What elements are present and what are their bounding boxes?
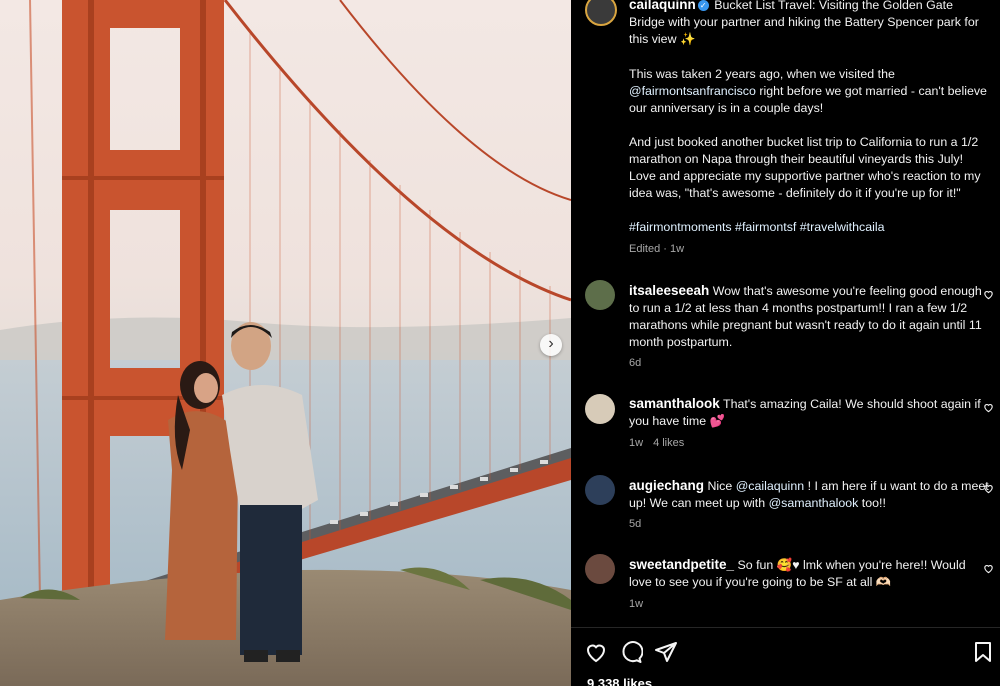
commenter-avatar[interactable] <box>585 280 615 310</box>
action-bar <box>571 636 1000 670</box>
likes-count[interactable]: 9,338 likes <box>587 676 652 686</box>
comment-text: Nice <box>707 479 733 493</box>
comment-time: 1w <box>629 437 644 449</box>
comment-time: 1w <box>629 598 644 610</box>
post-photo: › <box>0 0 571 686</box>
comment-2: samanthalook That's amazing Caila! We sh… <box>629 395 991 430</box>
comment-meta: 1w <box>629 598 653 610</box>
comment-meta: 5d <box>629 518 651 530</box>
comment-username[interactable]: sweetandpetite_ <box>629 557 734 572</box>
next-photo-button[interactable]: › <box>540 334 562 356</box>
comment-username[interactable]: samanthalook <box>629 396 720 411</box>
caption-edited: Edited · 1w <box>629 243 685 255</box>
commenter-avatar[interactable] <box>585 394 615 424</box>
comment-1: itsaleeseeah Wow that's awesome you're f… <box>629 282 991 351</box>
comment-heart-icon[interactable] <box>983 402 994 413</box>
commenter-avatar[interactable] <box>585 475 615 505</box>
caption-paragraph-2: This was taken 2 years ago, when we visi… <box>629 66 991 117</box>
owner-avatar[interactable] <box>585 0 617 26</box>
share-icon[interactable] <box>654 640 678 664</box>
caption-text-2a: This was taken 2 years ago, when we visi… <box>629 67 895 81</box>
comment-heart-icon[interactable] <box>983 289 994 300</box>
comment-heart-icon[interactable] <box>983 563 994 574</box>
comment-meta: 6d <box>629 357 651 369</box>
owner-username[interactable]: cailaquinn <box>629 0 696 12</box>
comment-time: 6d <box>629 357 642 369</box>
comment-heart-icon[interactable] <box>983 483 994 494</box>
comment-time: 5d <box>629 518 642 530</box>
heart-icon[interactable] <box>584 640 608 664</box>
comment-mention[interactable]: @cailaquinn <box>736 479 804 493</box>
comment-3: augiechang Nice @cailaquinn ! I am here … <box>629 477 991 512</box>
golden-gate-photo <box>0 0 571 686</box>
comment-username[interactable]: augiechang <box>629 478 704 493</box>
comment-icon[interactable] <box>619 640 643 664</box>
caption-hashtags[interactable]: #fairmontmoments #fairmontsf #travelwith… <box>629 219 991 236</box>
action-divider <box>571 627 1000 628</box>
post-detail-panel: cailaquinn ✓ Bucket List Travel: Visiting… <box>571 0 1000 686</box>
commenter-avatar[interactable] <box>585 554 615 584</box>
comment-meta: 1w 4 likes <box>629 437 694 449</box>
caption-mention[interactable]: @fairmontsanfrancisco <box>629 84 756 98</box>
caption-paragraph-3: And just booked another bucket list trip… <box>629 135 981 200</box>
comment-text: too!! <box>861 496 886 510</box>
verified-badge-icon: ✓ <box>697 0 709 11</box>
comment-mention[interactable]: @samanthalook <box>769 496 859 510</box>
comment-username[interactable]: itsaleeseeah <box>629 283 709 298</box>
bookmark-icon[interactable] <box>971 640 995 664</box>
comment-likes[interactable]: 4 likes <box>653 437 684 449</box>
caption-paragraph-1: cailaquinn ✓ Bucket List Travel: Visiting… <box>629 0 991 48</box>
comment-4: sweetandpetite_ So fun 🥰♥ lmk when you'r… <box>629 556 991 591</box>
